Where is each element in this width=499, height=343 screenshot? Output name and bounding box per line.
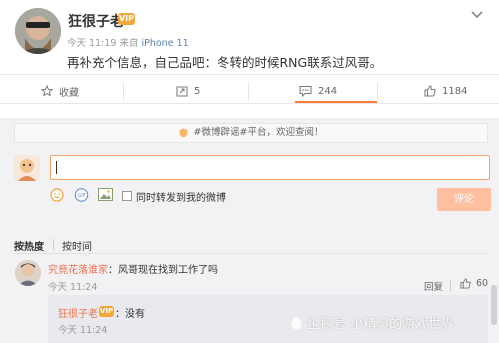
post-body: 再补充个信息，自己品吧：冬转的时候RNG联系过风哥。 [67,55,383,70]
comment-time: 今天 11:24 [48,282,98,293]
forward-count: 5 [194,85,201,97]
submit-comment-button[interactable]: 评论 [437,188,491,211]
chevron-down-icon[interactable] [470,10,484,20]
like-button[interactable]: 1184 [424,80,467,102]
comment-icon [299,85,312,97]
comment-like-count: 60 [476,278,489,289]
rumor-notice[interactable]: #微博辟谣#平台，欢迎查阅！ [14,123,488,143]
reply-username[interactable]: 狂很子老 [58,305,98,320]
commenter-avatar[interactable] [15,260,41,286]
svg-text:GIF: GIF [77,193,85,199]
comment-like-button[interactable]: 60 [460,278,488,289]
comment-username[interactable]: 究竟花落谁家 [48,265,108,276]
rumor-notice-text: #微博辟谣#平台，欢迎查阅！ [193,127,324,138]
like-count: 1184 [442,85,468,97]
comment-text: 究竟花落谁家：风哥现在找到工作了吗 [48,261,218,276]
reply-body: ：没有 [115,309,145,320]
comment-input[interactable] [50,155,490,180]
penguin-icon [290,316,303,330]
post-source[interactable]: iPhone 11 [141,38,188,49]
vip-badge: VIP [99,306,114,317]
watermark: 企鹅号 小精灵的游戏世界 [290,313,454,332]
thumbs-up-icon [460,278,471,289]
action-divider [123,82,124,100]
thumbs-up-icon [424,85,436,97]
sort-by-hot[interactable]: 按热度 [14,238,44,253]
shield-icon [179,128,188,138]
reply-time: 今天 11:24 [58,325,108,336]
favorite-label: 收藏 [59,87,79,99]
image-button[interactable] [98,188,113,201]
star-icon [41,85,53,97]
sort-divider [53,239,54,250]
post-source-prefix: 来自 [119,38,139,49]
forward-label[interactable]: 同时转发到我的微博 [136,189,226,204]
forward-checkbox[interactable] [122,191,132,201]
action-divider [377,82,378,100]
action-divider [248,82,249,100]
author-avatar[interactable] [15,8,61,54]
sort-by-time[interactable]: 按时间 [62,238,92,253]
post-time: 今天 11:19 [67,38,117,49]
watermark-text: 企鹅号 小精灵的游戏世界 [307,317,455,332]
action-bar-top-divider [0,74,499,75]
gif-button[interactable]: GIF [74,188,89,202]
favorite-button[interactable]: 收藏 [41,80,79,102]
forward-button[interactable]: 5 [176,80,200,102]
post-meta: 今天 11:19 来自 iPhone 11 [67,35,189,49]
comment-count: 244 [318,85,338,97]
reply-button[interactable]: 回复 [424,279,443,293]
comment-action-divider [450,280,451,291]
text-caret [56,161,57,174]
comment-button[interactable]: 244 [299,80,337,102]
scrollbar-thumb[interactable] [491,285,497,325]
forward-icon [176,85,188,97]
author-name[interactable]: 狂很子老 [68,11,124,31]
sort-divider-line [14,253,488,254]
emoji-button[interactable] [50,188,64,202]
comment-body: ：风哥现在找到工作了吗 [108,265,218,276]
vip-badge: VIP [118,13,135,25]
action-bar-bottom-divider [0,103,499,104]
my-avatar [14,155,40,181]
